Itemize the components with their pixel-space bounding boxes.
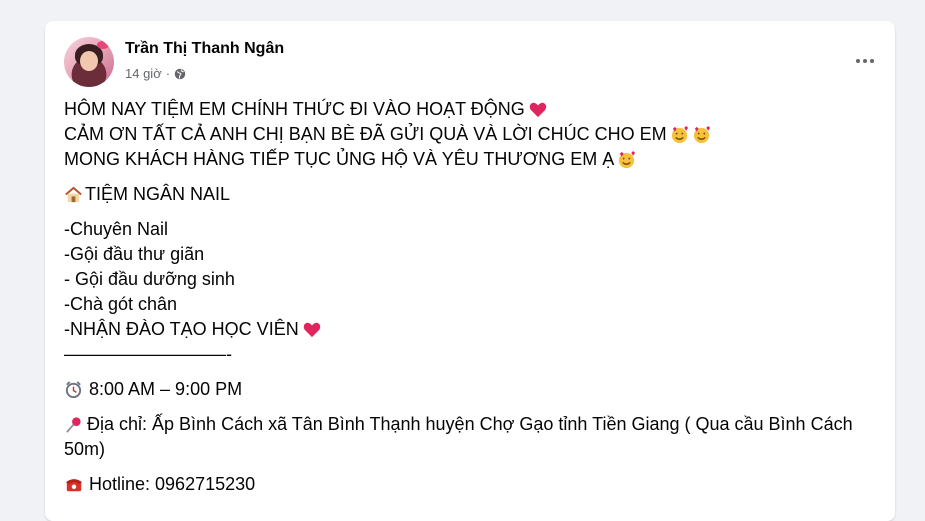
pushpin-icon bbox=[66, 417, 81, 433]
post-timestamp[interactable]: 14 giờ bbox=[125, 66, 162, 81]
author-name[interactable]: Trần Thị Thanh Ngân bbox=[125, 40, 284, 58]
text-divider: —————————- bbox=[64, 344, 232, 364]
meta-separator: · bbox=[165, 66, 171, 81]
hotline-line: Hotline: 0962715230 bbox=[64, 472, 874, 497]
service-4: -Chà gót chân bbox=[64, 294, 178, 314]
avatar-face bbox=[80, 51, 98, 71]
service-5: -NHẬN ĐÀO TẠO HỌC VIÊN bbox=[64, 317, 874, 342]
telephone-icon bbox=[65, 478, 83, 491]
post-header: Trần Thị Thanh Ngân 14 giờ · bbox=[64, 37, 874, 87]
smiling-face-with-hearts-icon bbox=[693, 125, 710, 144]
house-icon bbox=[65, 186, 82, 203]
hours-line: 8:00 AM – 9:00 PM bbox=[64, 377, 874, 402]
post-line-1: HÔM NAY TIỆM EM CHÍNH THỨC ĐI VÀO HOẠT Đ… bbox=[64, 97, 874, 122]
avatar[interactable] bbox=[64, 37, 114, 87]
alarm-clock-icon bbox=[65, 381, 82, 399]
service-3: - Gội đầu dưỡng sinh bbox=[64, 269, 235, 289]
smiling-face-with-hearts-icon bbox=[619, 150, 636, 169]
shop-name-line: TIỆM NGÂN NAIL bbox=[64, 182, 874, 207]
post-body: HÔM NAY TIỆM EM CHÍNH THỨC ĐI VÀO HOẠT Đ… bbox=[64, 97, 874, 497]
address-line: Địa chỉ: Ấp Bình Cách xã Tân Bình Thạnh … bbox=[64, 414, 853, 459]
post-meta: 14 giờ · bbox=[125, 66, 186, 81]
post-line-3: MONG KHÁCH HÀNG TIẾP TỤC ỦNG HỘ VÀ YÊU T… bbox=[64, 147, 874, 172]
red-heart-icon bbox=[303, 322, 320, 337]
post-line-2: CẢM ƠN TẤT CẢ ANH CHỊ BẠN BÈ ĐÃ GỬI QUÀ … bbox=[64, 122, 874, 147]
globe-icon[interactable] bbox=[174, 68, 186, 80]
avatar-bow bbox=[97, 41, 109, 49]
post-card: Trần Thị Thanh Ngân 14 giờ · HÔM NAY TIỆ… bbox=[45, 21, 895, 521]
more-options-icon[interactable] bbox=[849, 45, 881, 77]
service-1: -Chuyên Nail bbox=[64, 219, 169, 239]
red-heart-icon bbox=[529, 102, 546, 117]
smiling-face-with-hearts-icon bbox=[671, 125, 688, 144]
service-2: -Gội đầu thư giãn bbox=[64, 244, 205, 264]
